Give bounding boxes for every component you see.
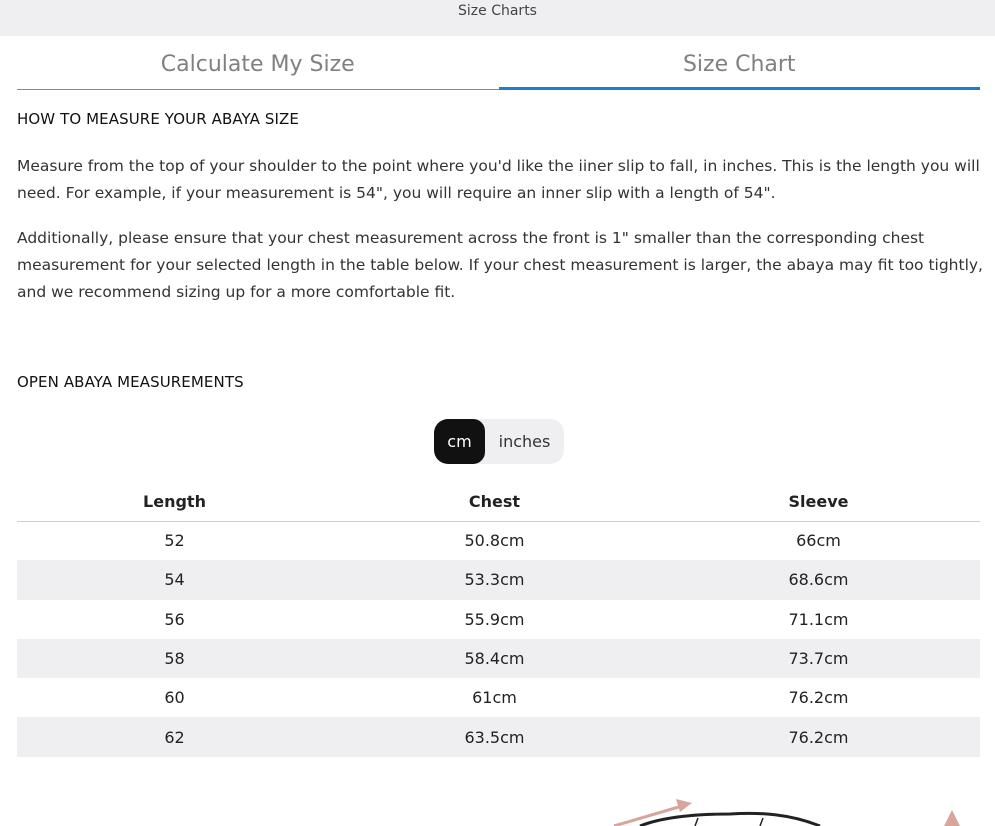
cell-length: 56 bbox=[164, 609, 185, 629]
column-header-chest: Chest bbox=[332, 482, 657, 522]
column-header-sleeve: Sleeve bbox=[657, 482, 980, 522]
cell-sleeve: 76.2cm bbox=[657, 717, 980, 757]
size-tabs: Calculate My Size Size Chart bbox=[17, 36, 980, 90]
page-title: Size Charts bbox=[458, 3, 537, 19]
measure-paragraph-2: Additionally, please ensure that your ch… bbox=[17, 229, 983, 301]
table-row: 52 50.8cm 66cm bbox=[17, 521, 980, 560]
measure-paragraph-1: Measure from the top of your shoulder to… bbox=[17, 157, 980, 202]
column-header-length: Length bbox=[17, 482, 332, 522]
table-header-row: Length Chest Sleeve bbox=[17, 482, 980, 522]
cell-sleeve: 68.6cm bbox=[657, 560, 980, 600]
open-abaya-heading: OPEN ABAYA MEASUREMENTS bbox=[17, 373, 244, 391]
cell-sleeve: 76.2cm bbox=[788, 688, 849, 708]
cell-sleeve: 71.1cm bbox=[788, 609, 849, 629]
cell-length: 58 bbox=[17, 638, 332, 679]
tab-size-chart[interactable]: Size Chart bbox=[498, 36, 980, 90]
unit-cm-button[interactable]: cm bbox=[434, 419, 485, 464]
table-row: 62 63.5cm 76.2cm bbox=[17, 717, 980, 757]
cell-length: 52 bbox=[164, 531, 185, 551]
table-row: 58 58.4cm 73.7cm bbox=[17, 638, 980, 679]
cell-sleeve: 66cm bbox=[796, 531, 841, 551]
cell-chest: 53.3cm bbox=[332, 560, 657, 600]
table-row: 54 53.3cm 68.6cm bbox=[17, 560, 980, 600]
cell-chest: 55.9cm bbox=[464, 609, 525, 629]
tab-calculate-my-size[interactable]: Calculate My Size bbox=[17, 36, 499, 90]
measure-heading: HOW TO MEASURE YOUR ABAYA SIZE bbox=[17, 110, 299, 128]
abaya-measurement-illustration bbox=[613, 799, 960, 826]
measure-arrow-head bbox=[676, 799, 692, 812]
unit-toggle: cm inches bbox=[434, 419, 564, 464]
cell-length: 62 bbox=[17, 717, 332, 757]
vertical-arrow-head bbox=[944, 810, 960, 826]
size-table: Length Chest Sleeve 52 50.8cm 66cm 54 53… bbox=[17, 482, 980, 757]
garment-fold bbox=[694, 817, 764, 826]
cell-length: 60 bbox=[164, 688, 185, 708]
cell-chest: 58.4cm bbox=[332, 638, 657, 679]
cell-chest: 63.5cm bbox=[332, 717, 657, 757]
table-row: 60 61cm 76.2cm bbox=[17, 678, 980, 717]
cell-chest: 61cm bbox=[472, 688, 517, 708]
cell-length: 54 bbox=[17, 560, 332, 600]
cell-chest: 50.8cm bbox=[464, 531, 525, 551]
size-charts-header: Size Charts bbox=[0, 0, 995, 36]
cell-sleeve: 73.7cm bbox=[657, 638, 980, 679]
table-row: 56 55.9cm 71.1cm bbox=[17, 600, 980, 639]
unit-inches-button[interactable]: inches bbox=[485, 419, 564, 464]
garment-outline bbox=[639, 811, 821, 826]
